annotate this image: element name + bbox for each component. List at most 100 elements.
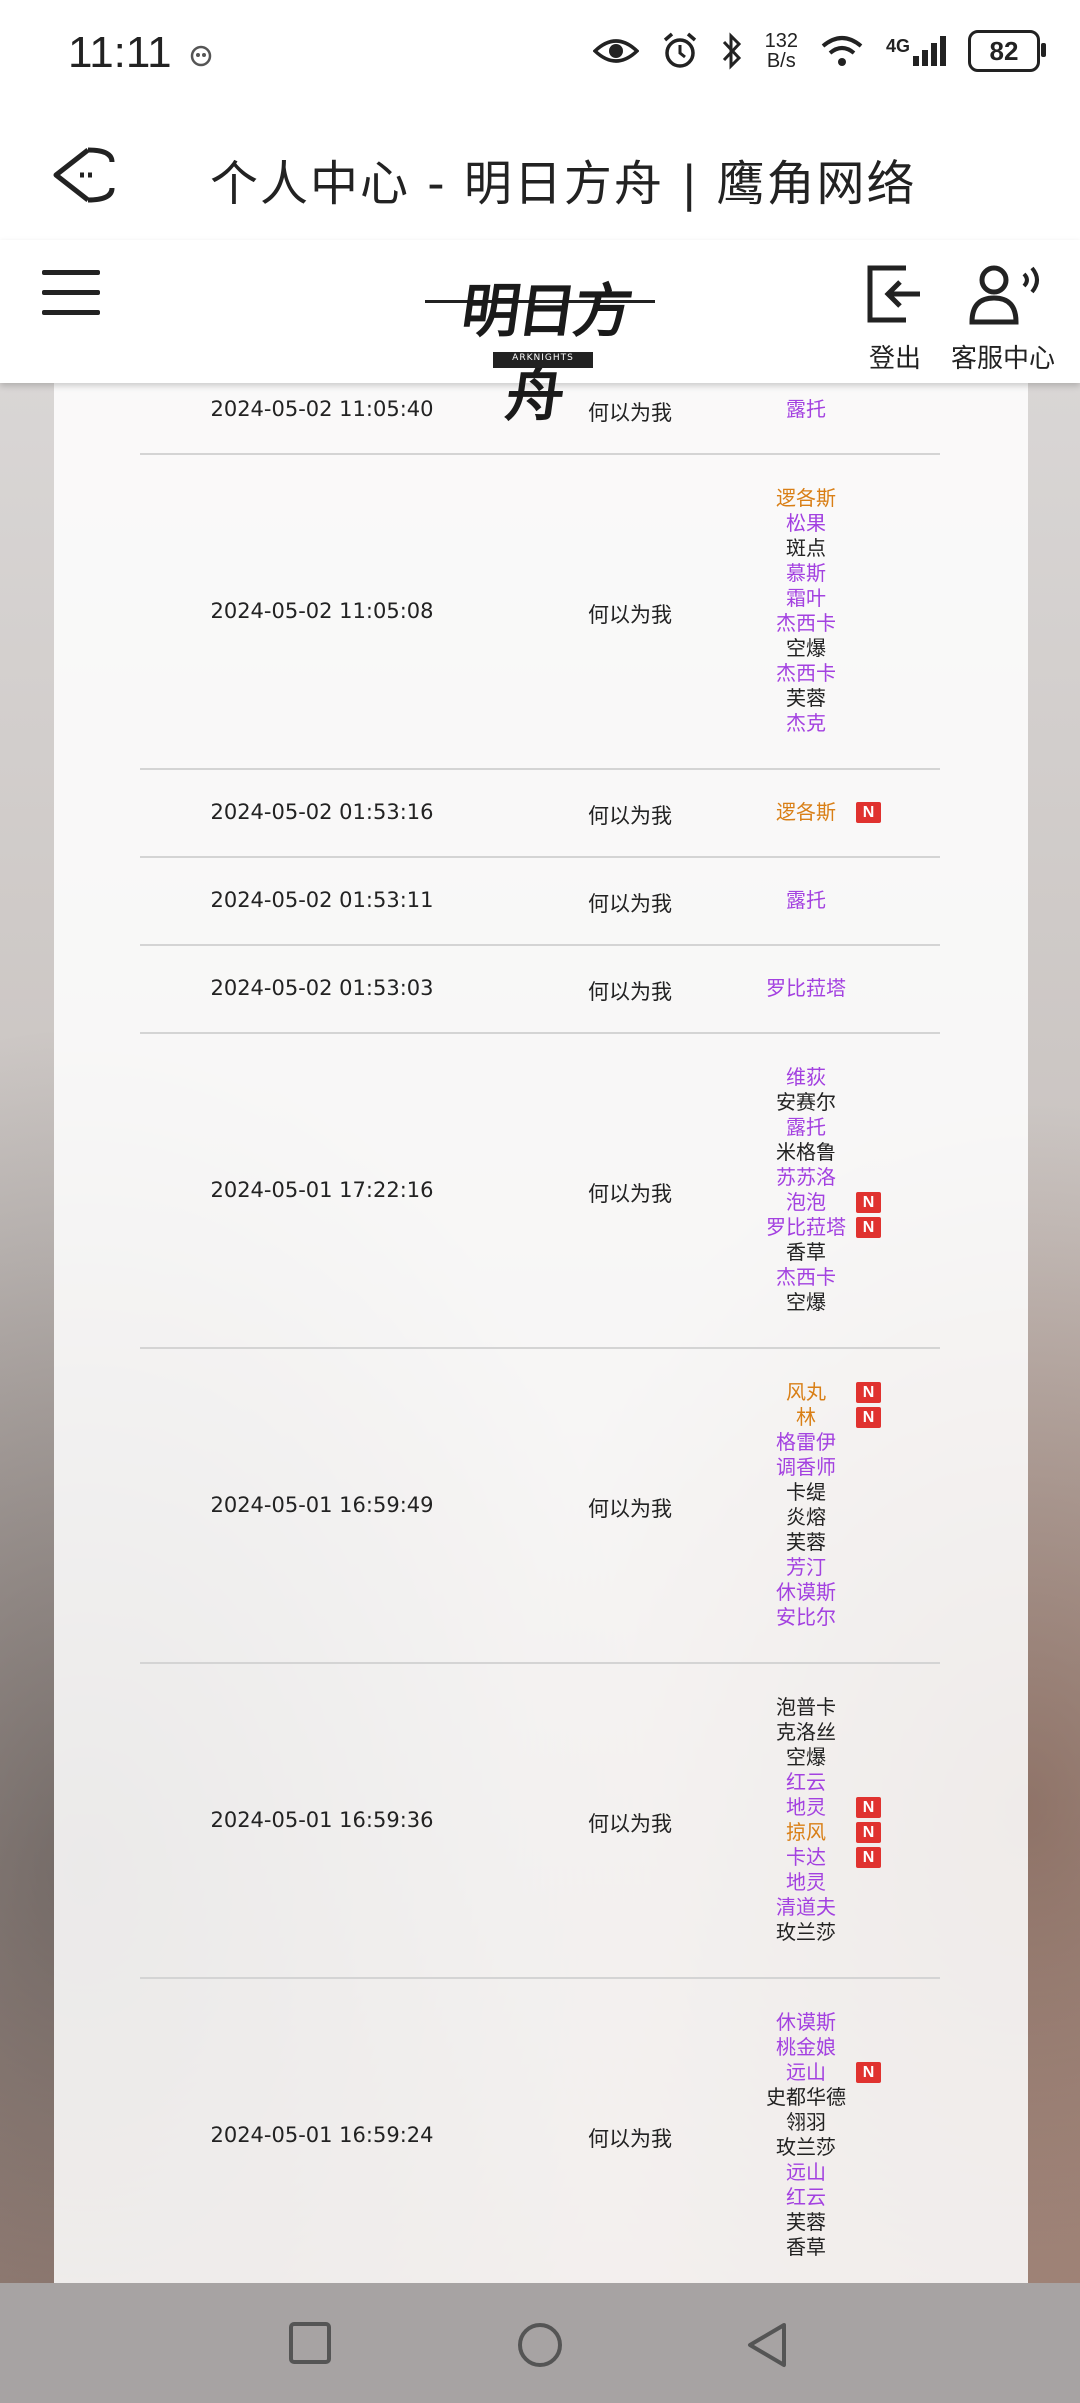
record-operators: 逻各斯 N (756, 800, 940, 825)
page-title: 个人中心 - 明日方舟 | 鹰角网络 (210, 156, 917, 212)
operator-label: 风丸 (786, 1379, 826, 1404)
record-pool: 何以为我 (588, 980, 672, 1004)
record-operators: 休谟斯 桃金娘 远山 N 史都华德 翎羽 玫兰莎 远山 红云 芙蓉 香草 (756, 2010, 940, 2260)
record-date: 2024-05-01 16:59:36 (210, 1807, 434, 1832)
operator-label: 杰西卡 (776, 1264, 836, 1289)
logout-button[interactable]: 登出 (862, 262, 928, 375)
operator-label: 泡普卡 (776, 1694, 836, 1719)
support-center-button[interactable]: 客服中心 (948, 262, 1058, 375)
operator-label: 杰西卡 (776, 610, 836, 635)
operator-label: 地灵 (786, 1869, 826, 1894)
record-date: 2024-05-01 16:59:24 (210, 2122, 434, 2147)
operator-label: 杰西卡 (776, 660, 836, 685)
operator-name: 杰西卡 (756, 1265, 856, 1290)
operator-name: 杰克 (756, 711, 856, 736)
record-operators: 罗比菈塔 (756, 976, 940, 1001)
arknights-logo[interactable]: 明日方舟 ARKNIGHTS (425, 256, 655, 429)
operator-name: 慕斯 (756, 561, 856, 586)
gacha-record-row: 2024-05-01 16:59:36 何以为我 泡普卡 克洛丝 空爆 红云 地灵 N 掠风 N 卡… (140, 1662, 940, 1979)
operator-name: 休谟斯 (756, 1580, 856, 1605)
operator-name: 空爆 (756, 1745, 856, 1770)
operator-label: 休谟斯 (776, 1579, 836, 1604)
record-date: 2024-05-02 11:05:08 (210, 598, 434, 623)
operator-name: 清道夫 (756, 1895, 856, 1920)
logout-label: 登出 (868, 344, 921, 374)
network-speed: 132 B/s (764, 30, 798, 72)
operator-name: 空爆 (756, 1290, 856, 1315)
operator-label: 逻各斯 (776, 485, 836, 510)
operator-name: 芙蓉 (756, 2210, 856, 2235)
operator-name: 卡缇 (756, 1480, 856, 1505)
record-operators: 风丸 N 林 N 格雷伊 调香师 卡缇 炎熔 芙蓉 芳汀 休谟斯 安比尔 (756, 1380, 940, 1630)
operator-label: 安比尔 (776, 1604, 836, 1629)
new-badge: N (856, 1406, 881, 1428)
new-badge: N (856, 1216, 881, 1238)
operator-name: 格雷伊 (756, 1430, 856, 1455)
new-badge: N (856, 1381, 881, 1403)
gacha-record-row: 2024-05-02 11:05:08 何以为我 逻各斯 松果 斑点 慕斯 霜叶 杰西卡 空爆杰… (140, 453, 940, 770)
operator-name: 泡普卡 (756, 1695, 856, 1720)
record-date: 2024-05-02 01:53:03 (210, 976, 434, 1000)
record-operators: 逻各斯 松果 斑点 慕斯 霜叶 杰西卡 空爆 杰西卡 芙蓉 杰克 (756, 486, 940, 736)
operator-label: 远山 (786, 2159, 826, 2184)
operator-name: 地灵 (756, 1870, 856, 1895)
operator-name: 翎羽 (756, 2110, 856, 2135)
operator-label: 露托 (786, 1114, 826, 1139)
operator-name: 逻各斯 N (756, 799, 881, 825)
operator-label: 调香师 (776, 1454, 836, 1479)
back-icon[interactable] (50, 142, 120, 208)
menu-icon[interactable] (42, 270, 102, 320)
operator-name: 安比尔 (756, 1605, 856, 1630)
operator-name: 远山 N (756, 2059, 881, 2085)
operator-name: 克洛丝 (756, 1720, 856, 1745)
operator-label: 斑点 (786, 535, 826, 560)
record-pool: 何以为我 (588, 1811, 672, 1836)
record-pool: 何以为我 (588, 602, 672, 627)
operator-name: 空爆 (756, 636, 856, 661)
back-nav-icon[interactable] (744, 2321, 790, 2369)
gacha-record-row: 2024-05-01 17:22:16 何以为我 维荻 安赛尔 露托 米格鲁 苏苏洛 泡泡 N 罗… (140, 1032, 940, 1349)
operator-label: 玫兰莎 (776, 1919, 836, 1944)
record-pool: 何以为我 (588, 804, 672, 828)
battery-indicator: 82 (968, 30, 1046, 72)
gacha-record-row: 2024-05-01 16:59:49 何以为我 风丸 N 林 N 格雷伊 调香师 卡缇 炎熔 芙蓉… (140, 1347, 940, 1664)
operator-label: 杰克 (786, 710, 826, 735)
gacha-record-row: 2024-05-02 01:53:03 何以为我 罗比菈塔 (140, 944, 940, 1034)
operator-name: 调香师 (756, 1455, 856, 1480)
record-date: 2024-05-02 01:53:16 (210, 800, 434, 824)
home-icon[interactable] (516, 2321, 564, 2369)
operator-label: 米格鲁 (776, 1139, 836, 1164)
operator-name: 杰西卡 (756, 611, 856, 636)
operator-label: 逻各斯 (776, 799, 836, 824)
operator-label: 卡缇 (786, 1479, 826, 1504)
operator-label: 罗比菈塔 (766, 1214, 846, 1239)
record-operators: 泡普卡 克洛丝 空爆 红云 地灵 N 掠风 N 卡达 N 地灵 清道夫 玫兰莎 (756, 1695, 940, 1945)
operator-name: 安赛尔 (756, 1090, 856, 1115)
cellular-icon: 4G (886, 36, 946, 66)
operator-label: 掠风 (786, 1819, 826, 1844)
operator-label: 史都华德 (766, 2084, 846, 2109)
recent-apps-icon[interactable] (288, 2321, 332, 2365)
record-date: 2024-05-01 16:59:49 (210, 1492, 434, 1517)
operator-label: 红云 (786, 1769, 826, 1794)
operator-label: 地灵 (786, 1794, 826, 1819)
new-badge: N (856, 1796, 881, 1818)
gacha-history-card: 2024-05-02 11:05:40 何以为我 露托 2024-05-02 11:0… (54, 383, 1028, 2283)
operator-label: 远山 (786, 2059, 826, 2084)
record-pool: 何以为我 (588, 2126, 672, 2151)
operator-label: 泡泡 (786, 1189, 826, 1214)
operator-name: 罗比菈塔 (756, 976, 856, 1001)
status-time: 11:11 (68, 28, 172, 77)
operator-name: 米格鲁 (756, 1140, 856, 1165)
gacha-record-row: 2024-05-02 01:53:16 何以为我 逻各斯 N (140, 768, 940, 858)
logout-icon (867, 265, 920, 323)
site-header: 明日方舟 ARKNIGHTS 登出 客服中心 (0, 240, 1080, 429)
operator-label: 芙蓉 (786, 685, 826, 710)
operator-name: 露托 (756, 397, 856, 422)
operator-name: 远山 (756, 2160, 856, 2185)
operator-label: 清道夫 (776, 1894, 836, 1919)
bluetooth-icon (722, 32, 741, 70)
record-operators: 露托 (756, 888, 940, 913)
operator-name: 芙蓉 (756, 1530, 856, 1555)
operator-label: 松果 (786, 510, 826, 535)
